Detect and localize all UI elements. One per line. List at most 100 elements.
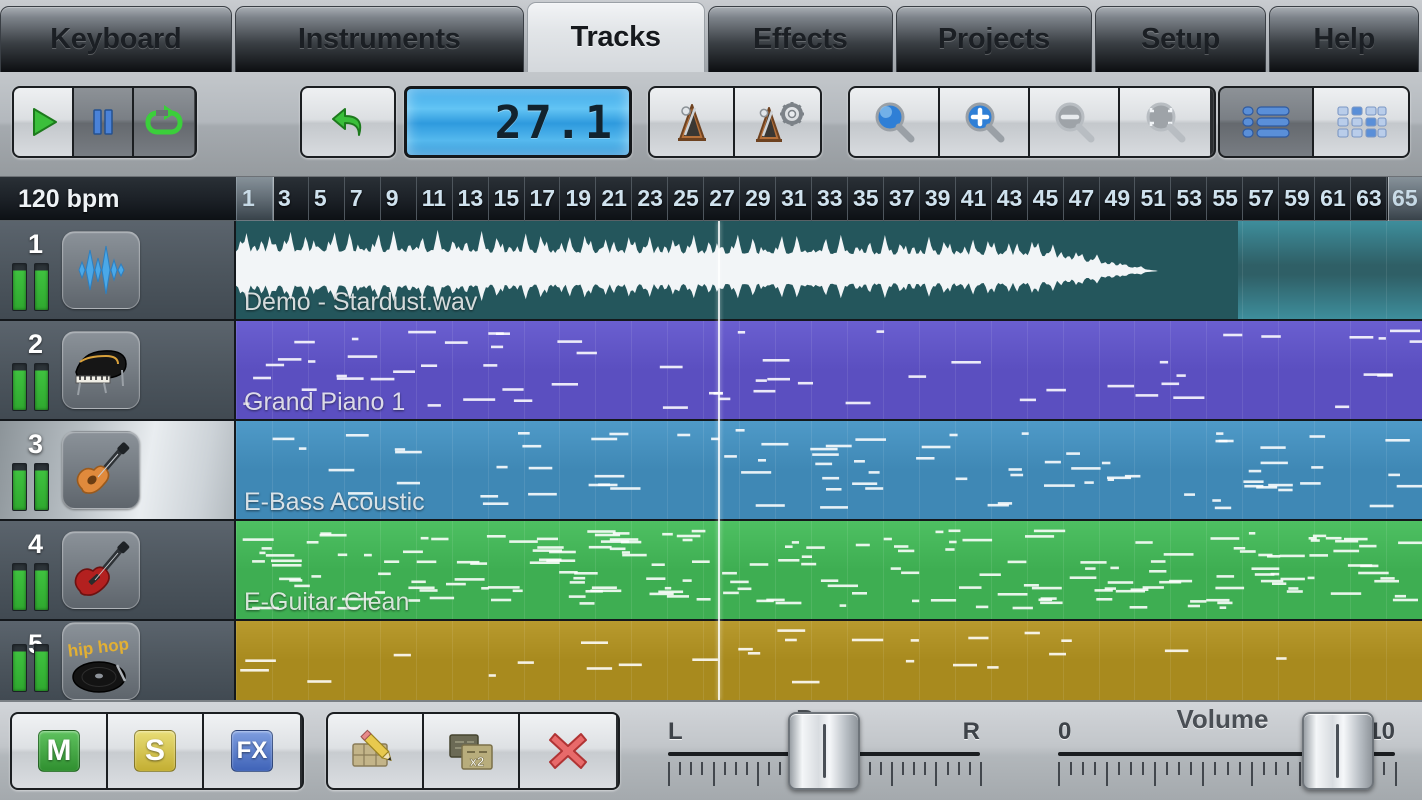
volume-slider[interactable]: Volume 0 10 — [1030, 702, 1415, 800]
midi-region[interactable]: Grand Piano 1 — [236, 321, 1422, 419]
track-lane-1[interactable]: Demo - Stardust.wav — [236, 221, 1422, 319]
pan-slider[interactable]: Pan L R — [640, 702, 1000, 800]
ruler-bar-41[interactable]: 41 — [955, 177, 991, 221]
level-meter-right — [34, 463, 49, 511]
track-number: 1 — [28, 229, 43, 260]
tab-help[interactable]: Help — [1269, 6, 1419, 72]
ruler-bar-51[interactable]: 51 — [1134, 177, 1170, 221]
track-lane-5[interactable] — [236, 621, 1422, 700]
ruler-bar-39[interactable]: 39 — [919, 177, 955, 221]
mute-label: M — [38, 730, 80, 772]
pause-button[interactable] — [74, 88, 134, 156]
mute-button[interactable]: M — [12, 714, 108, 788]
bar-numbers[interactable]: 1357911131517192123252729313335373941434… — [236, 177, 1422, 221]
ruler-bar-11[interactable]: 11 — [416, 177, 452, 221]
track-row[interactable]: 1 Demo - Stardust.wav — [0, 221, 1422, 321]
track-number: 4 — [28, 529, 43, 560]
loop-start-marker[interactable] — [236, 177, 274, 221]
bass-guitar-icon[interactable] — [62, 431, 140, 509]
midi-region[interactable] — [236, 621, 1422, 700]
midi-region[interactable]: E-Guitar Clean — [236, 521, 1422, 619]
ruler-bar-33[interactable]: 33 — [811, 177, 847, 221]
ruler-bar-49[interactable]: 49 — [1099, 177, 1135, 221]
pan-thumb[interactable] — [788, 712, 860, 790]
track-lane-4[interactable]: E-Guitar Clean — [236, 521, 1422, 619]
electric-guitar-icon[interactable] — [62, 531, 140, 609]
timeline-ruler[interactable]: 120 bpm 13579111315171921232527293133353… — [0, 177, 1422, 221]
zoom-fit-button[interactable] — [1120, 88, 1210, 156]
track-number: 3 — [28, 429, 43, 460]
ruler-bar-63[interactable]: 63 — [1350, 177, 1386, 221]
tab-projects[interactable]: Projects — [896, 6, 1092, 72]
ruler-bar-27[interactable]: 27 — [703, 177, 739, 221]
ruler-bar-5[interactable]: 5 — [308, 177, 344, 221]
ruler-bar-43[interactable]: 43 — [991, 177, 1027, 221]
track-header-1[interactable]: 1 — [0, 221, 236, 319]
track-lane-2[interactable]: Grand Piano 1 — [236, 321, 1422, 419]
metronome-settings-button[interactable] — [735, 88, 820, 156]
delete-region-button[interactable] — [520, 714, 616, 788]
track-lane-3[interactable]: E-Bass Acoustic — [236, 421, 1422, 519]
level-meter-right — [34, 363, 49, 411]
ruler-bar-19[interactable]: 19 — [559, 177, 595, 221]
position-display[interactable]: 27.1 — [404, 86, 632, 158]
ruler-bar-37[interactable]: 37 — [883, 177, 919, 221]
ruler-bar-15[interactable]: 15 — [488, 177, 524, 221]
midi-region[interactable]: E-Bass Acoustic — [236, 421, 1422, 519]
magnifier-button[interactable] — [850, 88, 940, 156]
ruler-bar-53[interactable]: 53 — [1170, 177, 1206, 221]
loop-end-marker[interactable] — [1388, 177, 1422, 221]
play-button[interactable] — [14, 88, 74, 156]
track-header-2[interactable]: 2 — [0, 321, 236, 419]
hip-hop-turntable-icon[interactable]: hip hop — [62, 622, 140, 700]
zoom-button-group — [848, 86, 1216, 158]
ruler-bar-25[interactable]: 25 — [667, 177, 703, 221]
track-header-3[interactable]: 3 — [0, 421, 236, 519]
zoom-in-button[interactable] — [940, 88, 1030, 156]
track-row[interactable]: 3 E-Bass Acoustic — [0, 421, 1422, 521]
ruler-bar-35[interactable]: 35 — [847, 177, 883, 221]
level-meter-right — [34, 563, 49, 611]
undo-button[interactable] — [302, 88, 394, 156]
volume-thumb[interactable] — [1302, 712, 1374, 790]
audio-region[interactable]: Demo - Stardust.wav — [236, 221, 1422, 319]
track-row[interactable]: 2 Grand Piano 1 — [0, 321, 1422, 421]
edit-region-button[interactable] — [328, 714, 424, 788]
zoom-out-button[interactable] — [1030, 88, 1120, 156]
waveform-icon[interactable] — [62, 231, 140, 309]
level-meter-left — [12, 463, 27, 511]
duplicate-region-button[interactable]: x2 — [424, 714, 520, 788]
fx-button[interactable]: FX — [204, 714, 300, 788]
ruler-bar-45[interactable]: 45 — [1027, 177, 1063, 221]
loop-button[interactable] — [134, 88, 194, 156]
tab-setup[interactable]: Setup — [1095, 6, 1267, 72]
track-row[interactable]: 4 E-Guitar Clean — [0, 521, 1422, 621]
ruler-bar-23[interactable]: 23 — [631, 177, 667, 221]
ruler-bar-29[interactable]: 29 — [739, 177, 775, 221]
track-row[interactable]: 5 hip hop — [0, 621, 1422, 700]
ruler-bar-7[interactable]: 7 — [344, 177, 380, 221]
grand-piano-icon[interactable] — [62, 331, 140, 409]
ruler-bar-21[interactable]: 21 — [595, 177, 631, 221]
tab-effects[interactable]: Effects — [708, 6, 894, 72]
ruler-bar-9[interactable]: 9 — [380, 177, 416, 221]
ruler-bar-17[interactable]: 17 — [524, 177, 560, 221]
grid-view-button[interactable] — [1314, 88, 1408, 156]
ruler-bar-59[interactable]: 59 — [1278, 177, 1314, 221]
track-list[interactable]: 1 Demo - Stardust.wav2 Grand Piano 13 E-… — [0, 221, 1422, 700]
ruler-bar-57[interactable]: 57 — [1242, 177, 1278, 221]
track-header-5[interactable]: 5 hip hop — [0, 621, 236, 700]
ruler-bar-3[interactable]: 3 — [272, 177, 308, 221]
tab-keyboard[interactable]: Keyboard — [0, 6, 232, 72]
metronome-button[interactable] — [650, 88, 735, 156]
tab-instruments[interactable]: Instruments — [235, 6, 524, 72]
ruler-bar-47[interactable]: 47 — [1063, 177, 1099, 221]
ruler-bar-31[interactable]: 31 — [775, 177, 811, 221]
tab-tracks[interactable]: Tracks — [527, 2, 705, 72]
solo-button[interactable]: S — [108, 714, 204, 788]
track-header-4[interactable]: 4 — [0, 521, 236, 619]
ruler-bar-55[interactable]: 55 — [1206, 177, 1242, 221]
list-view-button[interactable] — [1220, 88, 1314, 156]
ruler-bar-61[interactable]: 61 — [1314, 177, 1350, 221]
ruler-bar-13[interactable]: 13 — [452, 177, 488, 221]
